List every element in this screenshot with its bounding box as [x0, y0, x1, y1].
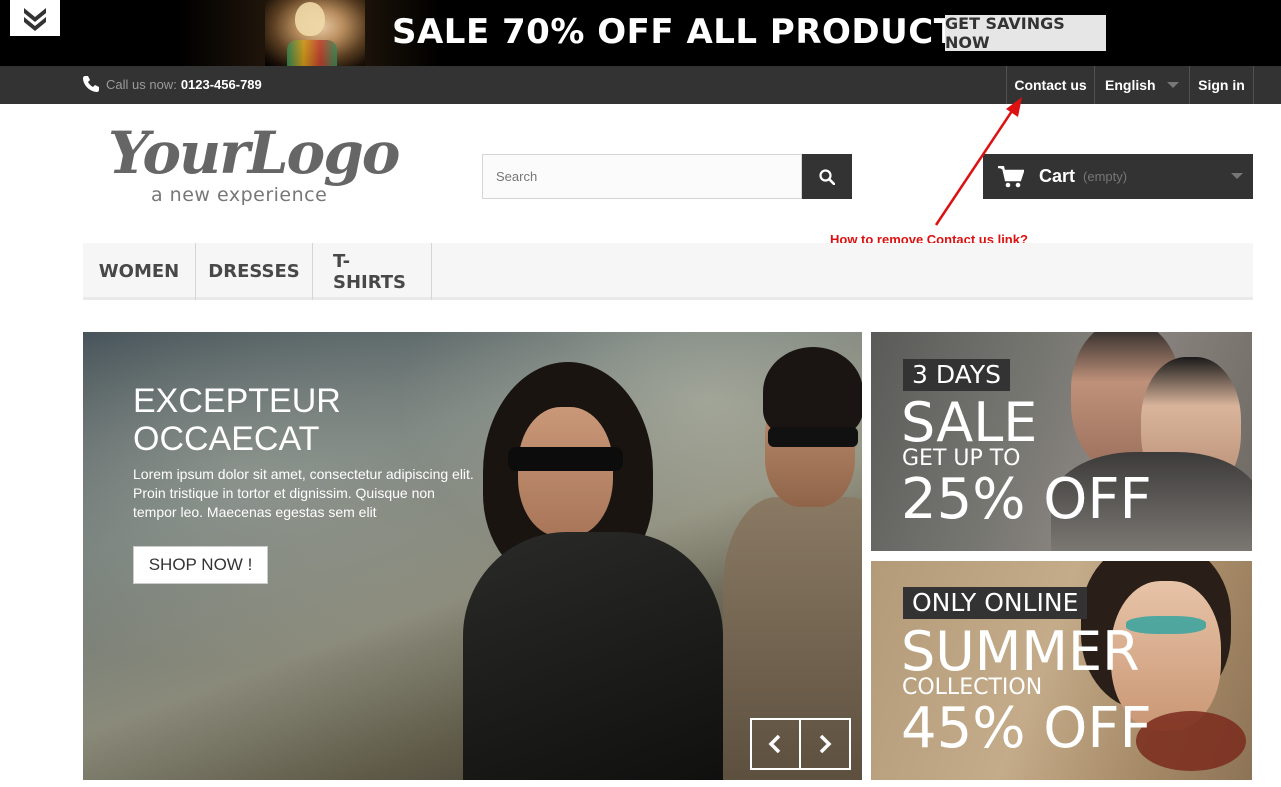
banner-discount: 45% OFF: [901, 696, 1152, 761]
logo-tagline: a new experience: [151, 184, 328, 206]
search-bar: [482, 154, 852, 199]
banner-tag: 3 DAYS: [903, 359, 1010, 391]
get-savings-button[interactable]: GET SAVINGS NOW: [945, 14, 1106, 52]
banner-discount: 25% OFF: [901, 467, 1152, 532]
collapse-banner-button[interactable]: [10, 0, 60, 36]
site-logo[interactable]: YourLogo a new experience: [108, 119, 400, 209]
search-input[interactable]: [482, 154, 802, 199]
slider-next-button[interactable]: [801, 720, 850, 768]
annotation-arrow: [934, 97, 1022, 226]
menu-item-t-shirts[interactable]: T-SHIRTS: [313, 243, 432, 300]
chevron-down-icon: [1167, 82, 1179, 88]
slide-title-line2: OCCAECAT: [133, 420, 320, 458]
banner-headline: SUMMER: [901, 620, 1140, 683]
chevron-right-icon: [819, 734, 832, 754]
search-icon: [819, 168, 835, 185]
banner-headline: SALE: [901, 391, 1038, 454]
summer-banner[interactable]: ONLY ONLINE SUMMER COLLECTION 45% OFF: [871, 561, 1252, 780]
cart-label: Cart: [1039, 166, 1076, 186]
promo-banner[interactable]: SALE 70% OFF ALL PRODUCTS GET SAVINGS NO…: [0, 0, 1281, 66]
slide-description: Lorem ipsum dolor sit amet, consectetur …: [133, 466, 474, 520]
phone-number: 0123-456-789: [180, 76, 262, 92]
search-button[interactable]: [802, 154, 852, 199]
promo-text: SALE 70% OFF ALL PRODUCTS: [392, 12, 983, 52]
call-us: Call us now: 0123-456-789: [82, 75, 262, 93]
banner-tag: ONLY ONLINE: [903, 587, 1088, 619]
menu-item-women[interactable]: WOMEN: [83, 243, 196, 300]
sign-in-link[interactable]: Sign in: [1189, 66, 1254, 104]
slider-controls: [750, 718, 851, 770]
promo-model-image: [265, 0, 365, 66]
chevron-down-icon: [1231, 173, 1243, 179]
home-slider[interactable]: EXCEPTEUR OCCAECAT Lorem ipsum dolor sit…: [83, 332, 862, 780]
chevron-left-icon: [768, 734, 781, 754]
slider-prev-button[interactable]: [752, 720, 801, 768]
banner-sunglasses: [1136, 711, 1246, 771]
menu-item-dresses[interactable]: DRESSES: [196, 243, 313, 300]
logo-text: YourLogo: [108, 119, 400, 187]
slide-title-line1: EXCEPTEUR: [133, 382, 341, 420]
language-label: English: [1105, 77, 1156, 93]
double-chevron-down-icon: [24, 8, 46, 31]
shop-now-button[interactable]: SHOP NOW !: [133, 546, 268, 584]
slider-woman-figure: [463, 362, 763, 780]
cart-status: (empty): [1083, 169, 1128, 184]
top-navbar: Call us now: 0123-456-789 Contact us Eng…: [0, 66, 1281, 104]
main-menu: WOMEN DRESSES T-SHIRTS: [83, 243, 1253, 300]
sale-banner[interactable]: 3 DAYS SALE GET UP TO 25% OFF: [871, 332, 1252, 551]
language-selector[interactable]: English: [1094, 66, 1189, 104]
slide-title: EXCEPTEUR OCCAECAT: [133, 382, 433, 458]
phone-icon: [83, 76, 99, 92]
call-us-label: Call us now:: [106, 76, 177, 92]
